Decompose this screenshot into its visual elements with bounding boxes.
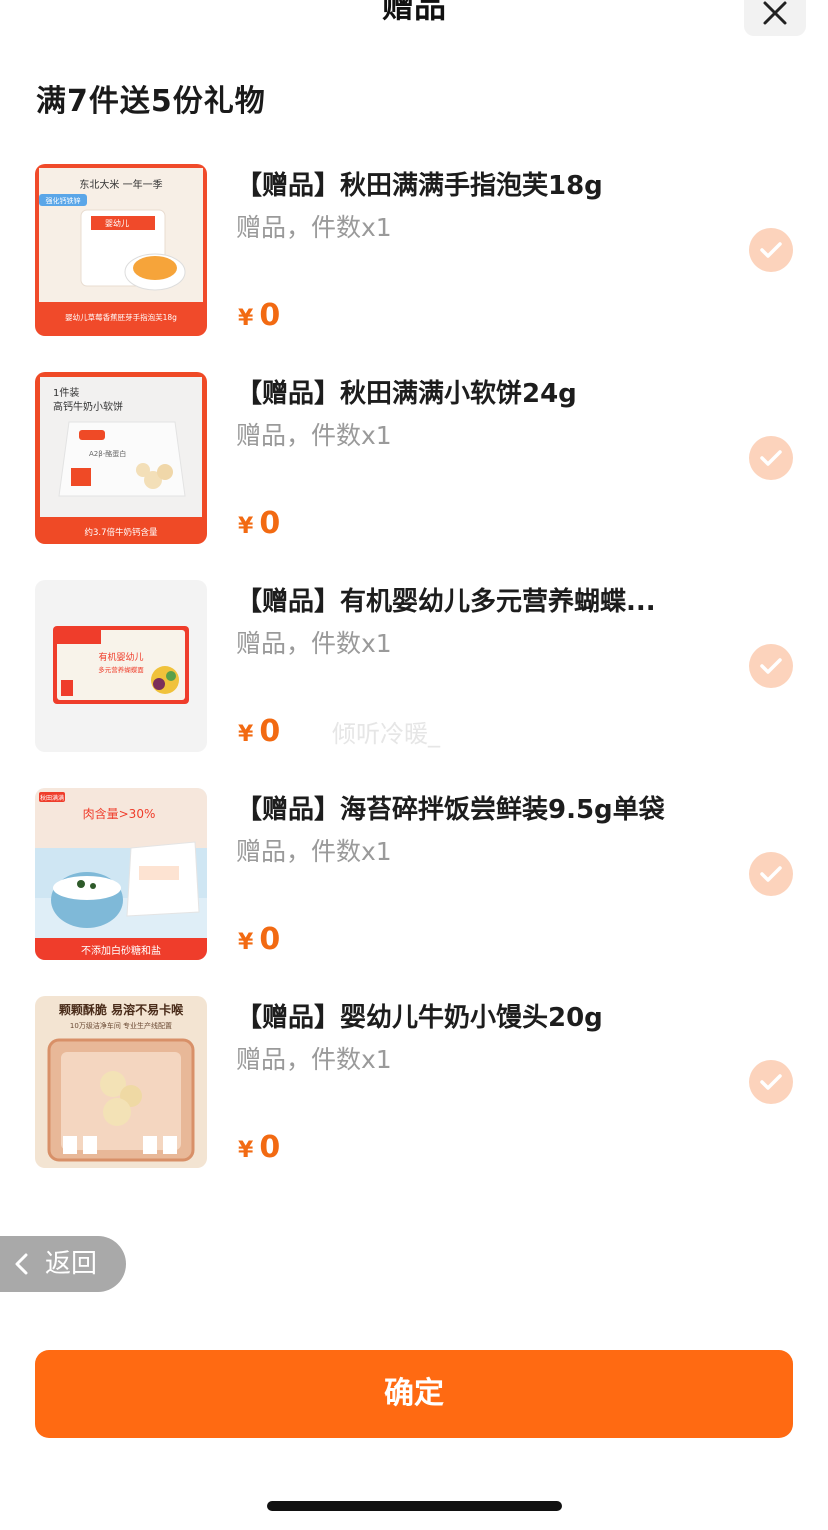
selected-check[interactable] xyxy=(749,644,793,688)
gift-meta: 赠品，件数x1 xyxy=(236,421,392,450)
currency-symbol: ¥ xyxy=(238,722,254,747)
home-indicator[interactable] xyxy=(267,1501,562,1511)
price-amount: 0 xyxy=(259,922,281,957)
gift-item[interactable]: 东北大米 一年一季 强化钙铁锌 婴幼儿 婴幼儿草莓香蕉胚芽手指泡芙18g 【赠品… xyxy=(0,164,828,336)
thumb-text: A2β-酪蛋白 xyxy=(89,449,126,458)
product-thumbnail: 秋田满满 肉含量>30% 不添加白砂糖和盐 xyxy=(35,788,207,960)
thumb-text: 10万级洁净车间 专业生产线配置 xyxy=(70,1021,172,1030)
thumb-text: 颗颗酥脆 易溶不易卡喉 xyxy=(59,1002,184,1017)
checkmark-icon xyxy=(760,866,782,882)
selected-check[interactable] xyxy=(749,436,793,480)
currency-symbol: ¥ xyxy=(238,306,254,331)
watermark: 倾听冷暖_ xyxy=(332,720,440,748)
thumb-text: 婴幼儿草莓香蕉胚芽手指泡芙18g xyxy=(65,312,177,322)
checkmark-icon xyxy=(760,658,782,674)
back-label: 返回 xyxy=(45,1249,98,1279)
currency-symbol: ¥ xyxy=(238,514,254,539)
close-icon xyxy=(763,1,787,25)
checkmark-icon xyxy=(760,1074,782,1090)
thumb-text: 东北大米 一年一季 xyxy=(79,178,162,191)
gift-name: 【赠品】秋田满满手指泡芙18g xyxy=(236,171,603,201)
page-title: 赠品 xyxy=(381,0,446,25)
product-thumbnail: 东北大米 一年一季 强化钙铁锌 婴幼儿 婴幼儿草莓香蕉胚芽手指泡芙18g xyxy=(35,164,207,336)
gift-meta: 赠品，件数x1 xyxy=(236,213,392,242)
back-button[interactable]: 返回 xyxy=(0,1236,126,1292)
currency-symbol: ¥ xyxy=(238,1138,254,1163)
gift-item[interactable]: 颗颗酥脆 易溶不易卡喉 10万级洁净车间 专业生产线配置 【赠品】婴幼儿牛奶小馒… xyxy=(0,996,828,1168)
thumb-text: 有机婴幼儿 xyxy=(98,651,143,663)
checkmark-icon xyxy=(760,242,782,258)
thumb-text: 婴幼儿 xyxy=(105,218,129,228)
selected-check[interactable] xyxy=(749,1060,793,1104)
gift-meta: 赠品，件数x1 xyxy=(236,629,392,658)
gift-price: ¥0 xyxy=(238,920,280,964)
thumb-text: 肉含量>30% xyxy=(83,806,156,821)
thumb-text: 约3.7倍牛奶钙含量 xyxy=(84,527,158,538)
price-amount: 0 xyxy=(259,1130,281,1165)
header: 赠品 xyxy=(0,0,828,40)
confirm-button[interactable]: 确定 xyxy=(35,1350,793,1438)
gift-item[interactable]: 秋田满满 肉含量>30% 不添加白砂糖和盐 【赠品】海苔碎拌饭尝鲜装9.5g单袋… xyxy=(0,788,828,960)
gift-meta: 赠品，件数x1 xyxy=(236,837,392,866)
gift-name: 【赠品】海苔碎拌饭尝鲜装9.5g单袋 xyxy=(236,795,665,825)
checkmark-icon xyxy=(760,450,782,466)
gift-price: ¥0 xyxy=(238,296,280,340)
chevron-left-icon xyxy=(15,1253,28,1275)
selected-check[interactable] xyxy=(749,228,793,272)
gift-name: 【赠品】婴幼儿牛奶小馒头20g xyxy=(236,1003,603,1033)
currency-symbol: ¥ xyxy=(238,930,254,955)
product-thumbnail: 颗颗酥脆 易溶不易卡喉 10万级洁净车间 专业生产线配置 xyxy=(35,996,207,1168)
price-amount: 0 xyxy=(259,506,281,541)
thumb-text: 强化钙铁锌 xyxy=(46,196,81,205)
gift-price: ¥0 xyxy=(238,1128,280,1172)
price-amount: 0 xyxy=(259,298,281,333)
gift-meta: 赠品，件数x1 xyxy=(236,1045,392,1074)
thumb-text: 1件装 xyxy=(53,386,79,399)
product-thumbnail: 有机婴幼儿 多元营养蝴蝶面 xyxy=(35,580,207,752)
close-button[interactable] xyxy=(744,0,806,36)
gift-rule-title: 满7件送5份礼物 xyxy=(36,84,266,119)
thumb-text: 多元营养蝴蝶面 xyxy=(98,665,144,674)
gift-name: 【赠品】有机婴幼儿多元营养蝴蝶... xyxy=(236,587,656,617)
thumb-text: 高钙牛奶小软饼 xyxy=(53,400,123,413)
thumb-text: 秋田满满 xyxy=(40,794,64,802)
gift-price: ¥0 xyxy=(238,504,280,548)
selected-check[interactable] xyxy=(749,852,793,896)
product-thumbnail: 1件装 高钙牛奶小软饼 A2β-酪蛋白 约3.7倍牛奶钙含量 xyxy=(35,372,207,544)
price-amount: 0 xyxy=(259,714,281,749)
gift-item[interactable]: 1件装 高钙牛奶小软饼 A2β-酪蛋白 约3.7倍牛奶钙含量 【赠品】秋田满满小… xyxy=(0,372,828,544)
gift-price: ¥0 xyxy=(238,712,280,756)
thumb-text: 不添加白砂糖和盐 xyxy=(81,944,161,957)
gift-name: 【赠品】秋田满满小软饼24g xyxy=(236,379,577,409)
